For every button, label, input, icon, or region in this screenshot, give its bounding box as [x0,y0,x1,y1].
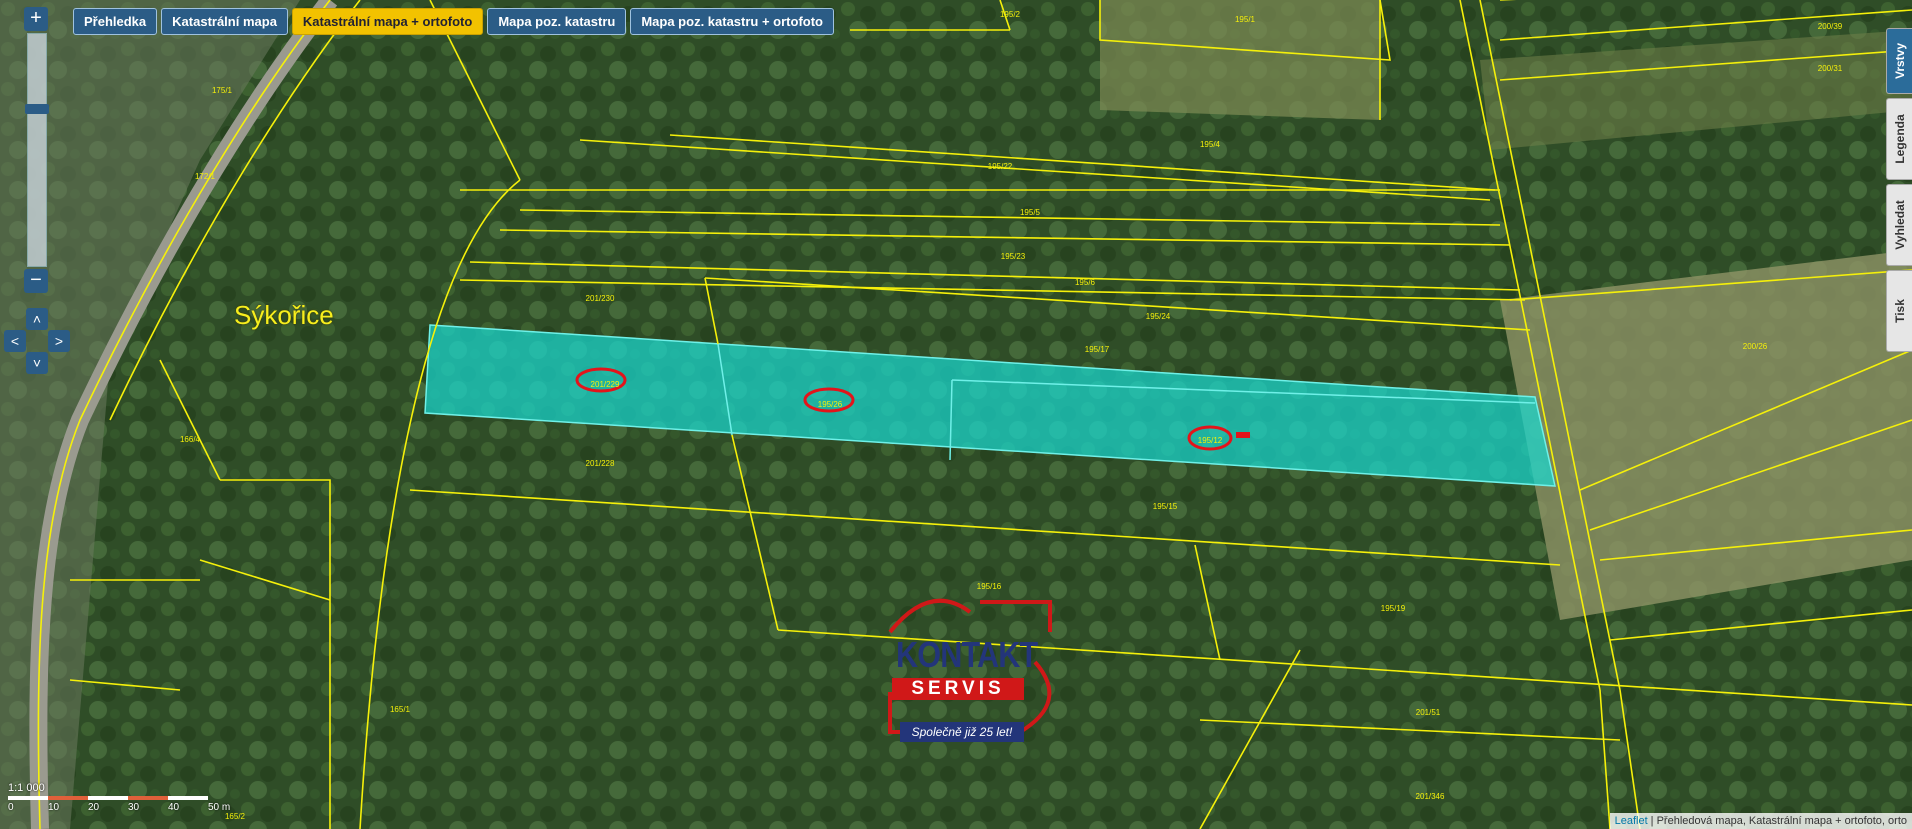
parcel-number-label: 195/6 [1074,278,1096,287]
scale-tick: 50 m [208,802,231,813]
scale-tick: 0 [8,802,14,813]
parcel-number-label: 195/16 [976,582,1002,591]
layer-button-mapa-poz-katastru-ortofoto[interactable]: Mapa poz. katastru + ortofoto [630,8,834,35]
parcel-number-label: 195/12 [1197,436,1223,445]
pan-up-button[interactable]: ˄ [26,308,48,330]
parcel-number-label: 200/26 [1742,342,1768,351]
logo-subname: SERVIS [892,678,1024,700]
parcel-number-label: 195/2 [999,10,1021,19]
layer-button-katastralni-ortofoto[interactable]: Katastrální mapa + ortofoto [291,8,484,35]
layer-button-mapa-poz-katastru[interactable]: Mapa poz. katastru [487,8,627,35]
tab-vrstvy[interactable]: Vrstvy [1886,28,1912,94]
tab-legenda[interactable]: Legenda [1886,98,1912,180]
leaflet-link[interactable]: Leaflet [1615,815,1648,827]
parcel-number-label: 195/23 [1000,252,1026,261]
parcel-number-label: 165/2 [224,812,246,821]
layer-button-prehledka[interactable]: Přehledka [73,8,158,35]
parcel-number-label: 195/17 [1084,345,1110,354]
parcel-number-label: 195/19 [1380,604,1406,613]
village-label: Sýkořice [234,300,334,330]
company-logo: KONTAKT SERVIS Společně již 25 let! [870,592,1062,748]
parcel-number-label: 195/4 [1199,140,1221,149]
pan-left-button[interactable]: ˂ [4,330,26,352]
parcel-number-label: 166/4 [179,435,201,444]
parcel-number-label: 201/230 [585,294,615,303]
parcel-number-label: 201/346 [1415,792,1445,801]
zoom-control: + − [24,7,49,293]
parcel-number-label: 195/1 [1234,15,1256,24]
zoom-in-button[interactable]: + [24,7,48,31]
zoom-out-button[interactable]: − [24,269,48,293]
scale-bar: 1:1 000 0 10 20 30 40 50 m [8,782,248,813]
parcel-number-label: 172/1 [194,172,216,181]
tab-label: Vrstvy [1893,42,1907,80]
scale-bar-graphic [8,796,248,800]
layer-switcher: Přehledka Katastrální mapa Katastrální m… [73,8,834,35]
scale-ratio: 1:1 000 [8,782,45,794]
scale-tick: 40 [168,802,180,813]
parcel-number-label: 175/1 [211,86,233,95]
tab-label: Vyhledat [1893,200,1907,250]
tab-vyhledat[interactable]: Vyhledat [1886,184,1912,266]
zoom-slider[interactable] [25,33,49,267]
scale-ticks: 0 10 20 30 40 50 m [8,802,248,813]
parcel-number-label: 165/1 [389,705,411,714]
tab-label: Legenda [1893,114,1907,164]
parcel-number-label: 195/15 [1152,502,1178,511]
parcel-number-label: 195/24 [1145,312,1171,321]
parcel-number-label: 200/31 [1817,64,1843,73]
parcel-number-label: 201/229 [590,380,620,389]
parcel-number-label: 195/22 [987,162,1013,171]
attribution-text: | Přehledová mapa, Katastrální mapa + or… [1647,815,1907,827]
scale-tick: 30 [128,802,140,813]
zoom-slider-knob[interactable] [25,104,49,114]
tab-tisk[interactable]: Tisk [1886,270,1912,352]
tab-label: Tisk [1893,299,1907,323]
layer-button-katastralni-mapa[interactable]: Katastrální mapa [161,8,288,35]
pan-control: ˄ ˂ ˃ ˅ [4,308,70,374]
scale-tick: 20 [88,802,100,813]
parcel-number-label: 195/26 [817,400,843,409]
logo-slogan: Společně již 25 let! [900,722,1024,742]
parcel-number-label: 201/51 [1415,708,1441,717]
parcel-number-label: 201/228 [585,459,615,468]
parcel-number-label: 200/39 [1817,22,1843,31]
pan-down-button[interactable]: ˅ [26,352,48,374]
parcel-number-label: 195/5 [1019,208,1041,217]
logo-name: KONTAKT [896,634,1038,675]
pan-right-button[interactable]: ˃ [48,330,70,352]
scale-tick: 10 [48,802,60,813]
map-attribution: Leaflet | Přehledová mapa, Katastrální m… [1609,813,1912,829]
side-panel-tabs: Vrstvy Legenda Vyhledat Tisk [1886,28,1912,356]
